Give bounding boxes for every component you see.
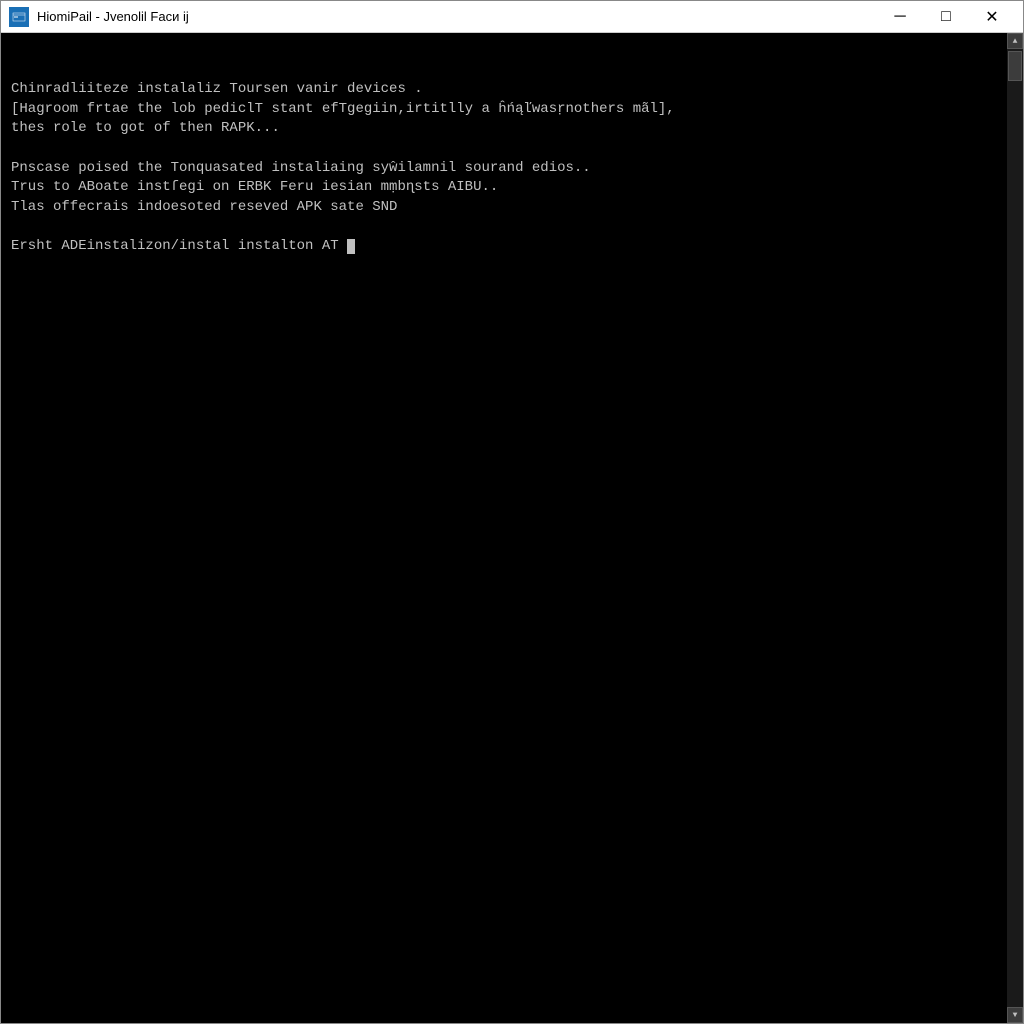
scroll-up-button[interactable]: ▲ [1007, 33, 1023, 49]
terminal-line: Tlas offecrais indoesoted reseved APK sa… [11, 198, 997, 218]
window-controls: ─ □ ✕ [877, 1, 1015, 33]
terminal-line [11, 217, 997, 237]
minimize-button[interactable]: ─ [877, 1, 923, 33]
maximize-button[interactable]: □ [923, 1, 969, 33]
terminal-cursor [347, 239, 355, 254]
app-icon [9, 7, 29, 27]
scrollbar[interactable]: ▲ ▼ [1007, 33, 1023, 1023]
scroll-down-button[interactable]: ▼ [1007, 1007, 1023, 1023]
terminal-line: Trus to ABoate instſegi on ERBK Feru ies… [11, 178, 997, 198]
terminal-line: [Hagroom frtae the lob pediclT stant efT… [11, 100, 997, 120]
terminal-line: thes role to got of then RAPK... [11, 119, 997, 139]
terminal-line [11, 139, 997, 159]
main-window: HiomiPail - Jvenolil Facи ij ─ □ ✕ Chinr… [0, 0, 1024, 1024]
content-area: Chinradliiteze instalaliz Toursen vanir … [1, 33, 1023, 1023]
scroll-thumb[interactable] [1008, 51, 1022, 81]
terminal-line: Ersht ADEinstalizon/instal instalton AT [11, 237, 997, 257]
terminal-line: Pnscase poised the Tonquasated instaliai… [11, 159, 997, 179]
window-title: HiomiPail - Jvenolil Facи ij [37, 9, 877, 24]
terminal-line: Chinradliiteze instalaliz Toursen vanir … [11, 80, 997, 100]
titlebar: HiomiPail - Jvenolil Facи ij ─ □ ✕ [1, 1, 1023, 33]
terminal-output[interactable]: Chinradliiteze instalaliz Toursen vanir … [1, 33, 1007, 1023]
scroll-track[interactable] [1007, 49, 1023, 1007]
close-button[interactable]: ✕ [969, 1, 1015, 33]
